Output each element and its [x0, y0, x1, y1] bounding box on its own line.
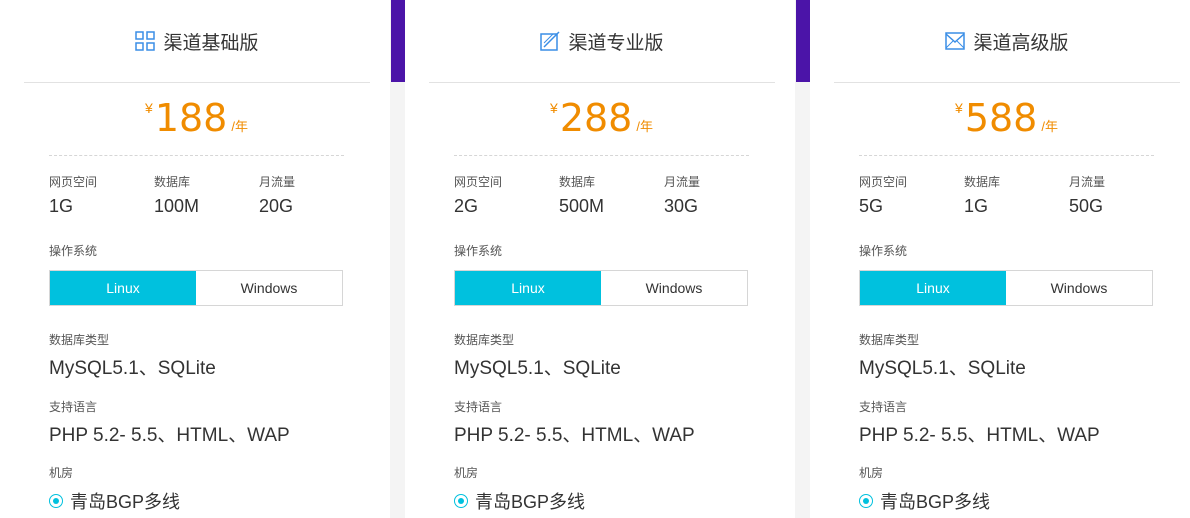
os-selector: Linux Windows — [454, 270, 748, 306]
price: ¥588/年 — [859, 96, 1154, 156]
spec-list: 网页空间 2G 数据库 500M 月流量 30G — [454, 173, 754, 223]
currency-symbol: ¥ — [550, 100, 558, 116]
room-option[interactable]: 青岛BGP多线 — [454, 488, 585, 514]
spec-label: 网页空间 — [49, 175, 98, 189]
spec-label: 网页空间 — [454, 175, 503, 189]
spec-value: 1G — [964, 196, 989, 216]
spec-value: 5G — [859, 196, 884, 216]
db-type-value: MySQL5.1、SQLite — [859, 358, 1026, 379]
price-value: 588 — [964, 96, 1038, 140]
os-label: 操作系统 — [49, 244, 98, 258]
price-unit: /年 — [231, 119, 248, 134]
plan-name: 渠道高级版 — [973, 32, 1069, 54]
plan-card-pro: 渠道专业版 ¥288/年 网页空间 2G 数据库 500M 月流量 30G 操作… — [405, 0, 795, 518]
db-type-value: MySQL5.1、SQLite — [454, 358, 621, 379]
spec-traffic: 月流量 20G — [259, 173, 359, 217]
language-value: PHP 5.2- 5.5、HTML、WAP — [49, 425, 290, 446]
os-selector: Linux Windows — [859, 270, 1153, 306]
spec-list: 网页空间 1G 数据库 100M 月流量 20G — [49, 173, 349, 223]
plan-header: 渠道专业版 — [429, 0, 775, 83]
spec-traffic: 月流量 30G — [664, 173, 764, 217]
radio-selected-icon[interactable] — [454, 494, 468, 508]
plan-header: 渠道基础版 — [24, 0, 370, 83]
db-type-label: 数据库类型 — [454, 333, 515, 347]
grid-icon — [135, 31, 156, 51]
spec-web-space: 网页空间 5G — [859, 173, 959, 217]
plan-card-basic: 渠道基础版 ¥188/年 网页空间 1G 数据库 100M 月流量 20G 操作… — [0, 0, 390, 518]
room-option[interactable]: 青岛BGP多线 — [49, 488, 180, 514]
spec-database: 数据库 100M — [154, 173, 254, 217]
os-label: 操作系统 — [859, 244, 908, 258]
language-label: 支持语言 — [49, 400, 98, 414]
os-option-linux[interactable]: Linux — [860, 271, 1006, 305]
language-value: PHP 5.2- 5.5、HTML、WAP — [859, 425, 1100, 446]
language-value: PHP 5.2- 5.5、HTML、WAP — [454, 425, 695, 446]
spec-value: 100M — [154, 196, 200, 216]
spec-list: 网页空间 5G 数据库 1G 月流量 50G — [859, 173, 1159, 223]
currency-symbol: ¥ — [955, 100, 963, 116]
os-selector: Linux Windows — [49, 270, 343, 306]
os-option-linux[interactable]: Linux — [50, 271, 196, 305]
currency-symbol: ¥ — [145, 100, 153, 116]
accent-bar — [796, 0, 810, 82]
spec-web-space: 网页空间 2G — [454, 173, 554, 217]
price-value: 288 — [559, 96, 633, 140]
room-value: 青岛BGP多线 — [475, 492, 586, 512]
spec-label: 数据库 — [964, 175, 1001, 189]
envelope-square-icon — [945, 32, 966, 50]
language-label: 支持语言 — [859, 400, 908, 414]
db-type-label: 数据库类型 — [49, 333, 110, 347]
spec-label: 网页空间 — [859, 175, 908, 189]
price: ¥188/年 — [49, 96, 344, 156]
plan-name: 渠道专业版 — [568, 32, 664, 54]
spec-database: 数据库 1G — [964, 173, 1064, 217]
spec-value: 2G — [454, 196, 479, 216]
room-option[interactable]: 青岛BGP多线 — [859, 488, 990, 514]
plan-header: 渠道高级版 — [834, 0, 1180, 83]
spec-traffic: 月流量 50G — [1069, 173, 1169, 217]
spec-label: 月流量 — [1069, 175, 1106, 189]
plan-card-advanced: 渠道高级版 ¥588/年 网页空间 5G 数据库 1G 月流量 50G 操作系统… — [810, 0, 1190, 518]
room-label: 机房 — [49, 466, 74, 480]
spec-label: 月流量 — [259, 175, 296, 189]
price-unit: /年 — [636, 119, 653, 134]
spec-database: 数据库 500M — [559, 173, 659, 217]
plan-name: 渠道基础版 — [163, 32, 259, 54]
room-value: 青岛BGP多线 — [70, 492, 181, 512]
language-label: 支持语言 — [454, 400, 503, 414]
spec-value: 1G — [49, 196, 74, 216]
price-unit: /年 — [1041, 119, 1058, 134]
price: ¥288/年 — [454, 96, 749, 156]
accent-bar — [391, 0, 405, 82]
pen-square-icon — [540, 31, 561, 51]
spec-label: 数据库 — [154, 175, 191, 189]
db-type-value: MySQL5.1、SQLite — [49, 358, 216, 379]
os-option-linux[interactable]: Linux — [455, 271, 601, 305]
room-value: 青岛BGP多线 — [880, 492, 991, 512]
spec-web-space: 网页空间 1G — [49, 173, 149, 217]
os-option-windows[interactable]: Windows — [196, 271, 342, 305]
price-value: 188 — [154, 96, 228, 140]
db-type-label: 数据库类型 — [859, 333, 920, 347]
radio-selected-icon[interactable] — [859, 494, 873, 508]
spec-value: 500M — [559, 196, 605, 216]
os-label: 操作系统 — [454, 244, 503, 258]
room-label: 机房 — [454, 466, 479, 480]
spec-value: 30G — [664, 196, 699, 216]
spec-value: 20G — [259, 196, 294, 216]
spec-label: 数据库 — [559, 175, 596, 189]
spec-label: 月流量 — [664, 175, 701, 189]
radio-selected-icon[interactable] — [49, 494, 63, 508]
spec-value: 50G — [1069, 196, 1104, 216]
room-label: 机房 — [859, 466, 884, 480]
os-option-windows[interactable]: Windows — [601, 271, 747, 305]
os-option-windows[interactable]: Windows — [1006, 271, 1152, 305]
